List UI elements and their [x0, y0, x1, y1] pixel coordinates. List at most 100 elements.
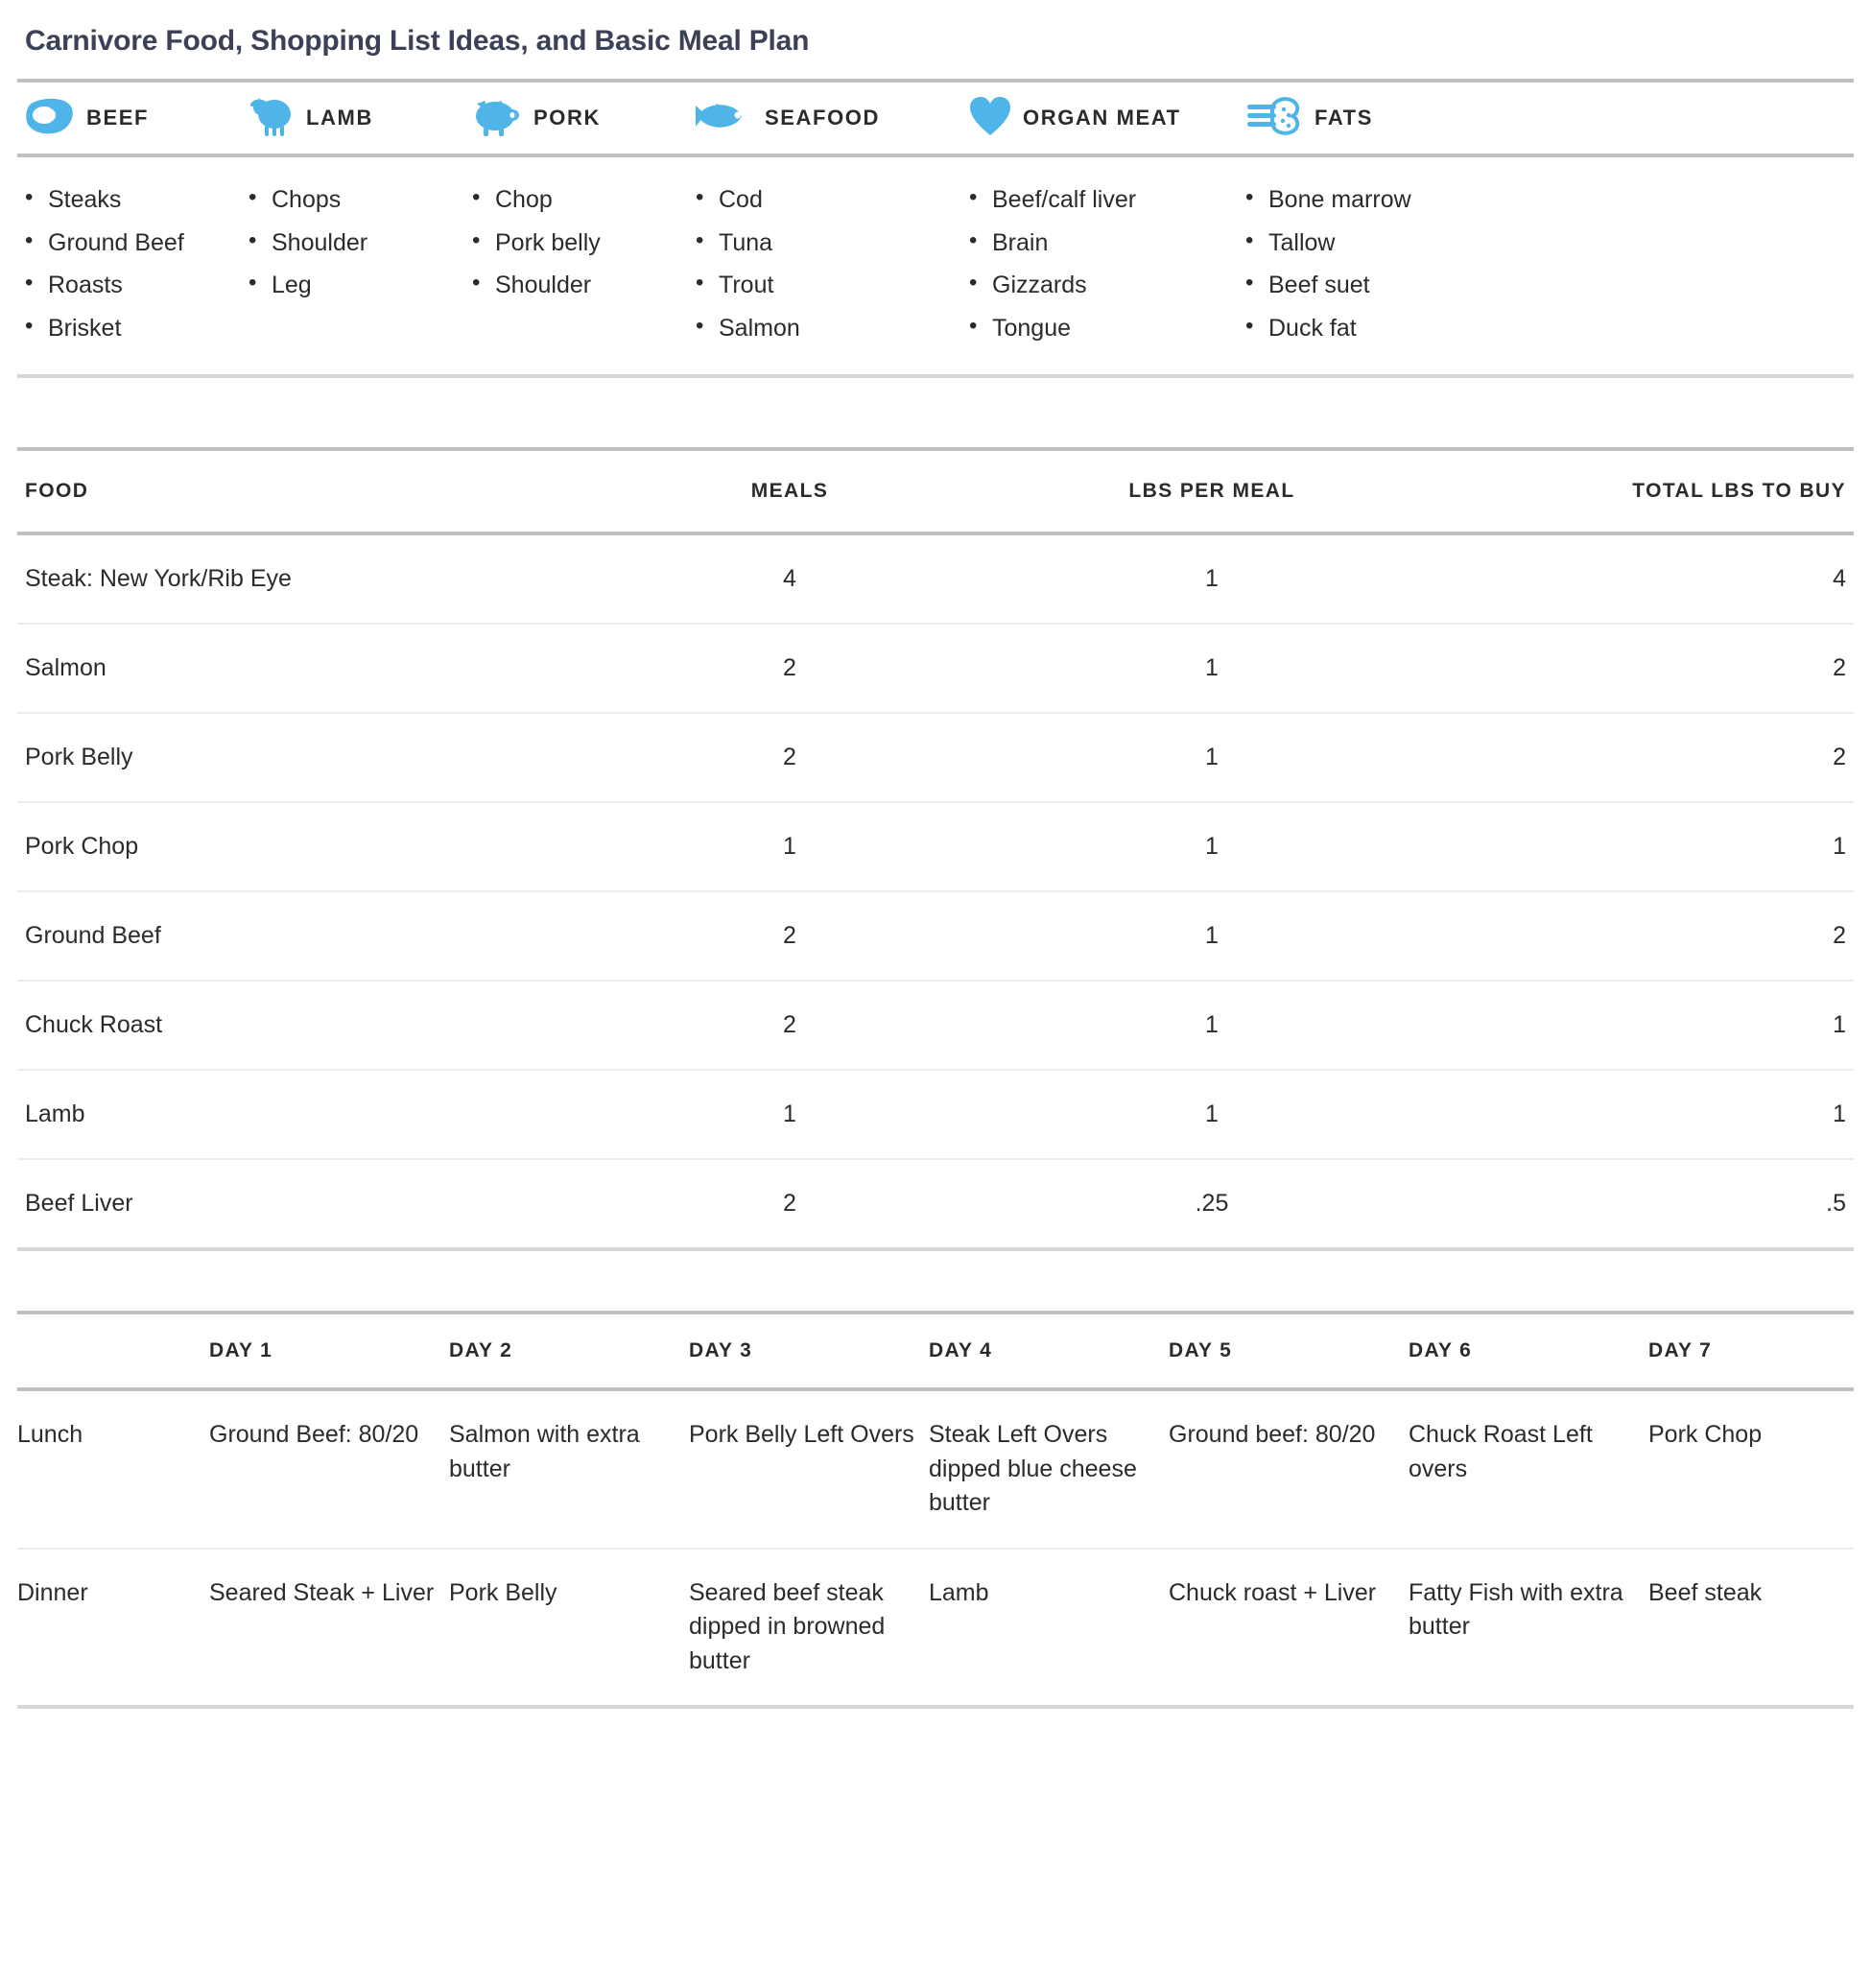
list-lamb: Chops Shoulder Leg [241, 178, 464, 349]
list-item: Ground Beef [25, 221, 241, 265]
cell-meals: 2 [583, 1158, 996, 1247]
cell-total-lbs: 2 [1428, 623, 1854, 713]
cell-food: Ground Beef [17, 890, 583, 981]
page-title: Carnivore Food, Shopping List Ideas, and… [25, 25, 810, 57]
table-row: Steak: New York/Rib Eye 4 1 4 [17, 535, 1854, 624]
list-seafood: Cod Tuna Trout Salmon [688, 178, 961, 349]
cell-food: Pork Chop [17, 801, 583, 891]
category-organ-meat: ORGAN MEAT [961, 96, 1238, 141]
list-item: Bone marrow [1245, 178, 1516, 222]
cell-food: Pork Belly [17, 712, 583, 802]
category-lamb: LAMB [241, 95, 464, 142]
day-header-2: DAY 2 [449, 1339, 513, 1361]
list-item: Shoulder [249, 221, 464, 265]
cell-meals: 1 [583, 801, 996, 891]
section-spacer-2 [17, 1251, 1854, 1311]
cell-lbs-per-meal: 1 [996, 980, 1428, 1070]
category-label: ORGAN MEAT [1023, 106, 1181, 130]
meal-cell: Ground beef: 80/20 [1169, 1421, 1376, 1448]
bone-marrow-icon [1245, 96, 1303, 140]
category-label: BEEF [86, 106, 150, 130]
day-header-7: DAY 7 [1648, 1339, 1713, 1361]
column-header-lbs-per-meal: LBS PER MEAL [1128, 480, 1295, 502]
cell-lbs-per-meal: 1 [996, 712, 1428, 802]
list-fats: Bone marrow Tallow Beef suet Duck fat [1238, 178, 1516, 349]
list-item: Chops [249, 178, 464, 222]
meal-cell: Seared beef steak dipped in browned butt… [689, 1578, 886, 1674]
day-header-1: DAY 1 [209, 1339, 273, 1361]
category-pork: PORK [464, 96, 688, 141]
divider-below-meal-plan [17, 1705, 1854, 1709]
column-header-meals: MEALS [750, 480, 829, 502]
steak-icon [25, 97, 75, 140]
cell-total-lbs: .5 [1428, 1158, 1854, 1247]
meal-cell: Chuck roast + Liver [1169, 1578, 1377, 1606]
list-item: Trout [696, 263, 961, 307]
cell-meals: 2 [583, 712, 996, 802]
cell-total-lbs: 1 [1428, 1069, 1854, 1159]
meal-plan-body: Lunch Ground Beef: 80/20 Salmon with ext… [17, 1391, 1871, 1548]
category-label: FATS [1314, 106, 1373, 130]
list-item: Tongue [969, 306, 1238, 350]
list-organ-meat: Beef/calf liver Brain Gizzards Tongue [961, 178, 1238, 349]
category-label: PORK [533, 106, 601, 130]
list-item: Chop [472, 178, 688, 222]
cell-lbs-per-meal: 1 [996, 890, 1428, 981]
category-lists: Steaks Ground Beef Roasts Brisket Chops … [17, 157, 1854, 374]
column-header-food: FOOD [25, 480, 89, 502]
table-row: Pork Chop 1 1 1 [17, 801, 1854, 891]
shopping-list-table: FOOD MEALS LBS PER MEAL TOTAL LBS TO BUY [17, 451, 1854, 532]
meal-cell: Salmon with extra butter [449, 1421, 640, 1482]
meal-plan-row-dinner: Dinner Seared Steak + Liver Pork Belly S… [17, 1550, 1871, 1706]
meal-cell: Pork Belly Left Overs [689, 1421, 914, 1448]
cell-total-lbs: 1 [1428, 980, 1854, 1070]
list-item: Brisket [25, 306, 241, 350]
column-header-total-lbs: TOTAL LBS TO BUY [1632, 480, 1846, 502]
meal-cell: Lamb [929, 1578, 989, 1606]
cell-lbs-per-meal: 1 [1205, 565, 1219, 592]
meal-plan-header: DAY 1 DAY 2 DAY 3 DAY 4 DAY 5 DAY 6 DAY … [17, 1314, 1871, 1387]
cell-lbs-per-meal: 1 [996, 1069, 1428, 1159]
meal-cell: Pork Chop [1648, 1421, 1763, 1448]
cell-lbs-per-meal: 1 [996, 623, 1428, 713]
cell-food: Lamb [17, 1069, 583, 1159]
table-header-row: FOOD MEALS LBS PER MEAL TOTAL LBS TO BUY [17, 451, 1854, 532]
heart-icon [969, 96, 1011, 141]
table-row: Chuck Roast 2 1 1 [17, 980, 1854, 1070]
list-item: Steaks [25, 178, 241, 222]
table-row: Beef Liver 2 .25 .5 [17, 1158, 1854, 1247]
cell-total-lbs: 2 [1428, 890, 1854, 981]
meal-plan-body-dinner: Dinner Seared Steak + Liver Pork Belly S… [17, 1550, 1871, 1706]
cell-food: Chuck Roast [17, 980, 583, 1070]
cell-meals: 2 [583, 623, 996, 713]
list-item: Tallow [1245, 221, 1516, 265]
cell-meals: 1 [583, 1069, 996, 1159]
day-header-6: DAY 6 [1409, 1339, 1473, 1361]
list-pork: Chop Pork belly Shoulder [464, 178, 688, 349]
list-item: Tuna [696, 221, 961, 265]
cell-meals: 2 [583, 980, 996, 1070]
category-fats: FATS [1238, 96, 1516, 140]
category-seafood: SEAFOOD [688, 100, 961, 137]
cell-food: Salmon [17, 623, 583, 713]
list-beef: Steaks Ground Beef Roasts Brisket [17, 178, 241, 349]
meal-cell: Chuck Roast Left overs [1409, 1421, 1593, 1482]
list-item: Leg [249, 263, 464, 307]
meal-row-label: Lunch [17, 1421, 83, 1448]
meal-plan-corner [17, 1314, 209, 1387]
meal-cell: Seared Steak + Liver [209, 1578, 435, 1606]
table-row: Pork Belly 2 1 2 [17, 712, 1854, 802]
meal-plan-header-row: DAY 1 DAY 2 DAY 3 DAY 4 DAY 5 DAY 6 DAY … [17, 1314, 1871, 1387]
sheep-icon [249, 95, 295, 142]
meal-cell: Beef steak [1648, 1578, 1763, 1606]
cell-lbs-per-meal: .25 [996, 1158, 1428, 1247]
cell-food: Steak: New York/Rib Eye [25, 565, 292, 592]
list-item: Salmon [696, 306, 961, 350]
cell-total-lbs: 2 [1428, 712, 1854, 802]
category-header-row: BEEF LAMB PORK SEAFOOD ORGAN MEAT FATS [17, 83, 1854, 154]
list-item: Brain [969, 221, 1238, 265]
cell-meals: 4 [783, 565, 796, 592]
category-label: LAMB [306, 106, 373, 130]
list-item: Duck fat [1245, 306, 1516, 350]
